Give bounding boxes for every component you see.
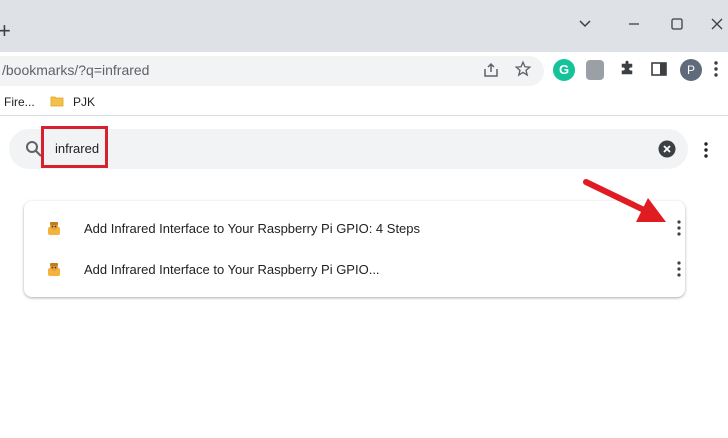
puzzle-icon[interactable]: [618, 60, 640, 82]
instructables-favicon: [46, 261, 62, 277]
side-panel-icon[interactable]: [650, 60, 672, 82]
grammarly-extension-icon[interactable]: G: [553, 59, 575, 81]
star-icon[interactable]: [514, 60, 536, 82]
close-icon[interactable]: [707, 14, 727, 34]
url-query: ?q=infrared: [78, 62, 150, 78]
organize-menu-icon[interactable]: [703, 141, 717, 159]
more-actions-icon[interactable]: [676, 219, 688, 237]
instructables-favicon: [46, 220, 62, 236]
maximize-icon[interactable]: [667, 14, 687, 34]
annotation-arrow: [578, 170, 674, 236]
bookmarks-bar: Fire... PJK: [0, 88, 728, 116]
address-bar[interactable]: /bookmarks/?q=infrared: [0, 56, 544, 86]
browser-menu-icon[interactable]: [713, 60, 723, 82]
url-text[interactable]: /bookmarks/?q=infrared: [2, 62, 149, 78]
minimize-icon[interactable]: [624, 14, 644, 34]
chevron-down-icon[interactable]: [575, 14, 595, 34]
folder-icon: [50, 94, 64, 108]
bookmark-folder-pjk[interactable]: PJK: [73, 95, 95, 109]
extension-icon[interactable]: [586, 60, 604, 80]
profile-avatar[interactable]: P: [680, 59, 702, 81]
bookmark-title: Add Infrared Interface to Your Raspberry…: [84, 262, 380, 277]
title-bar: [0, 0, 728, 52]
clear-search-icon[interactable]: [658, 140, 676, 158]
url-path: /bookmarks/: [2, 62, 79, 78]
list-item[interactable]: Add Infrared Interface to Your Raspberry…: [24, 249, 685, 289]
bookmark-item[interactable]: Fire...: [4, 95, 35, 109]
share-icon[interactable]: [482, 61, 504, 83]
annotation-highlight-box: [41, 126, 108, 168]
more-actions-icon[interactable]: [676, 260, 688, 278]
bookmark-title: Add Infrared Interface to Your Raspberry…: [84, 221, 421, 236]
new-tab-button[interactable]: +: [0, 20, 11, 42]
bookmarks-search-box[interactable]: [9, 129, 688, 169]
